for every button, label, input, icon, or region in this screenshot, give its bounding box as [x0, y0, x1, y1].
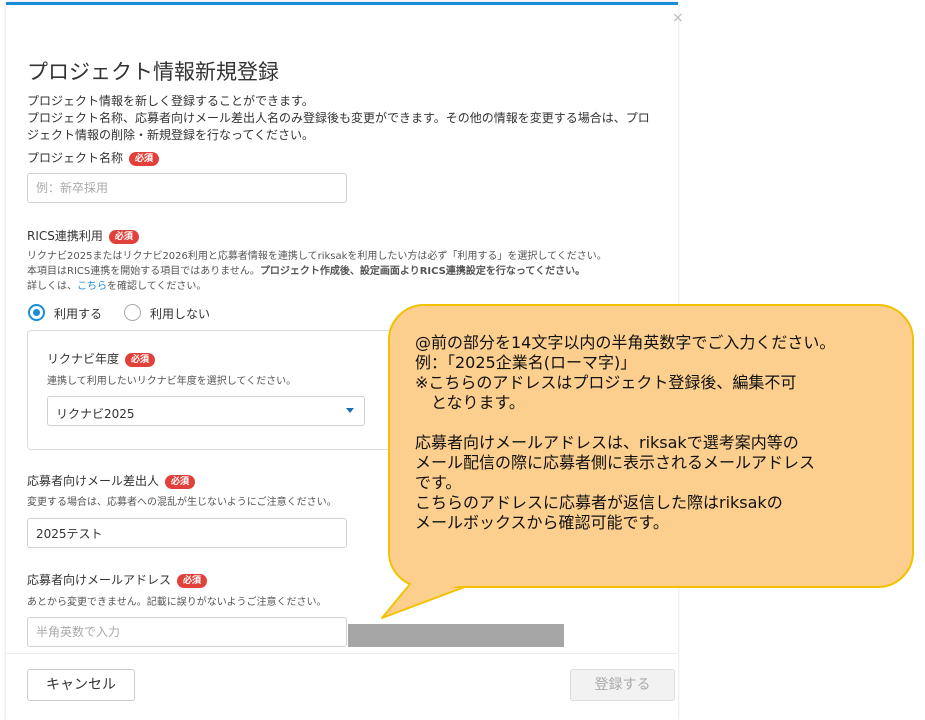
- email-help: あとから変更できません。記載に誤りがないようご注意ください。: [27, 597, 327, 608]
- callout-line: こちらのアドレスに応募者が返信した際はriksakの: [415, 493, 783, 512]
- description-line: プロジェクト情報を新しく登録することができます。: [27, 94, 314, 108]
- rikunabi-year-help: 連携して利用したいリクナビ年度を選択してください。: [47, 376, 297, 387]
- project-name-input[interactable]: [27, 173, 347, 203]
- description-line: プロジェクト名称、応募者向けメール差出人名のみ登録後も変更ができます。その他の情…: [27, 111, 650, 125]
- rics-help-link[interactable]: こちら: [77, 281, 107, 292]
- modal-title: プロジェクト情報新規登録: [27, 60, 279, 84]
- description-line: ジェクト情報の削除・新規登録を行なってください。: [27, 128, 315, 142]
- chevron-down-icon: [346, 408, 354, 413]
- radio-use[interactable]: [28, 304, 45, 321]
- rics-help-line2: 本項目はRICS連携を開始する項目ではありません。プロジェクト作成後、設定画面よ…: [27, 264, 585, 279]
- email-label-text: 応募者向けメールアドレス: [27, 573, 172, 587]
- callout-line: となります。: [415, 393, 525, 412]
- project-name-label-text: プロジェクト名称: [27, 151, 124, 165]
- callout-line: 応募者向けメールアドレスは、riksakで選考案内等の: [415, 433, 799, 452]
- rikunabi-year-selected: リクナビ2025: [56, 407, 135, 421]
- sender-name-label-text: 応募者向けメール差出人: [27, 474, 160, 488]
- rics-help-line1: リクナビ2025またはリクナビ2026利用と応募者情報を連携してriksakを利…: [27, 251, 607, 262]
- callout-line: [415, 413, 835, 433]
- modal-description: プロジェクト情報を新しく登録することができます。 プロジェクト名称、応募者向けメ…: [27, 93, 667, 144]
- rics-help-bold: プロジェクト作成後、設定画面よりRICS連携設定を行なってください。: [259, 266, 586, 277]
- project-name-label: プロジェクト名称 必須: [27, 149, 160, 166]
- callout-text: @前の部分を14文字以内の半角英数字でご入力ください。 例：「2025企業名(ロ…: [415, 333, 835, 533]
- sender-name-label: 応募者向けメール差出人 必須: [27, 472, 196, 489]
- required-badge: 必須: [177, 573, 208, 588]
- radio-use-label[interactable]: 利用する: [54, 305, 102, 322]
- rikunabi-year-label-text: リクナビ年度: [47, 352, 120, 366]
- callout-line: @前の部分を14文字以内の半角英数字でご入力ください。: [415, 333, 836, 352]
- cancel-button[interactable]: キャンセル: [27, 669, 135, 701]
- rics-help-line3: 詳しくは、こちらを確認してください。: [27, 279, 206, 294]
- required-badge: 必須: [129, 151, 160, 166]
- email-label: 応募者向けメールアドレス 必須: [27, 571, 208, 588]
- sender-name-help: 変更する場合は、応募者への混乱が生じないようにご注意ください。: [27, 497, 337, 508]
- rics-help-prefix: 詳しくは、: [27, 281, 77, 292]
- callout-line: ※こちらのアドレスはプロジェクト登録後、編集不可: [415, 373, 797, 392]
- callout-line: 例：「2025企業名(ローマ字)」: [415, 353, 637, 372]
- email-domain-mask: [348, 624, 564, 647]
- submit-button[interactable]: 登録する: [570, 669, 675, 701]
- radio-not-use[interactable]: [124, 304, 141, 321]
- rics-help-suffix: を確認してください。: [107, 281, 207, 292]
- callout-line: メールボックスから確認可能です。: [415, 513, 669, 532]
- sender-name-input[interactable]: [27, 518, 347, 548]
- rics-label-text: RICS連携利用: [27, 229, 103, 243]
- footer-divider: [6, 653, 678, 654]
- email-input[interactable]: [27, 617, 347, 647]
- rics-label: RICS連携利用 必須: [27, 227, 139, 244]
- rics-help-normal: 本項目はRICS連携を開始する項目ではありません。: [27, 266, 260, 277]
- radio-not-use-label[interactable]: 利用しない: [150, 305, 210, 322]
- callout-line: メール配信の際に応募者側に表示されるメールアドレス: [415, 453, 816, 472]
- callout-line: です。: [415, 473, 462, 492]
- required-badge: 必須: [108, 229, 139, 244]
- rikunabi-year-panel: [27, 330, 419, 450]
- rikunabi-year-select[interactable]: リクナビ2025: [47, 396, 365, 426]
- close-icon[interactable]: ×: [672, 10, 684, 28]
- rikunabi-year-label: リクナビ年度 必須: [47, 350, 156, 367]
- required-badge: 必須: [125, 352, 156, 367]
- required-badge: 必須: [165, 474, 196, 489]
